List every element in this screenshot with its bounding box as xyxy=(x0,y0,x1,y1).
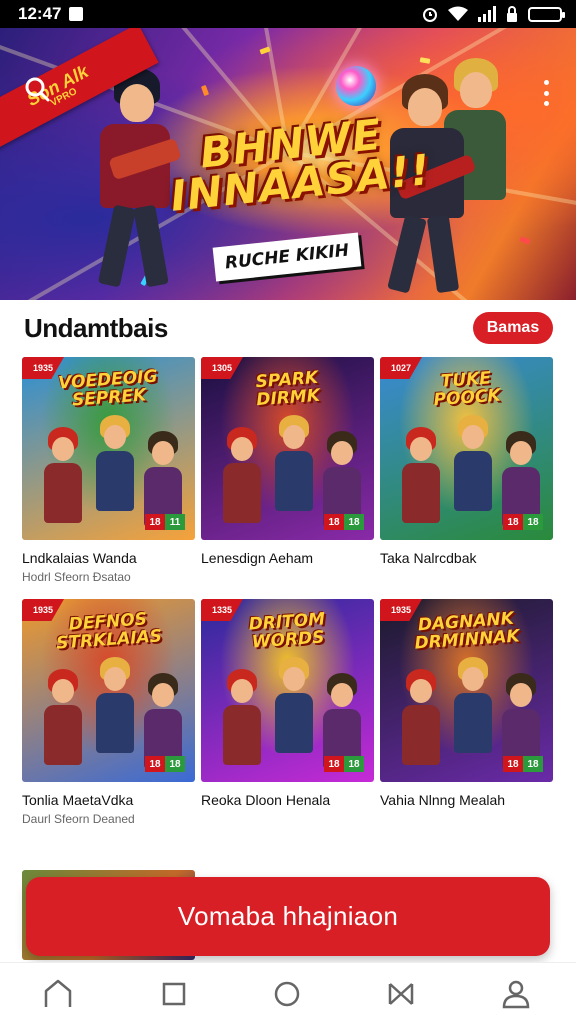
age-rating-badge: 18 18 xyxy=(324,756,364,772)
game-character xyxy=(450,657,496,767)
game-card[interactable]: 1935 VOEDEOIG SEPREK 18 11 Lndkalaias Wanda H… xyxy=(22,357,195,584)
game-card-art[interactable]: 1027 TUKE POOCK 18 18 xyxy=(380,357,553,540)
rating-left: 18 xyxy=(503,514,523,530)
game-character xyxy=(92,657,138,767)
rating-right: 11 xyxy=(165,514,185,530)
game-character xyxy=(219,427,265,537)
profile-icon[interactable] xyxy=(501,979,531,1009)
notification-icon xyxy=(69,7,84,21)
section-chip-button[interactable]: Bamas xyxy=(473,312,553,344)
game-title[interactable]: Lndkalaias Wanda xyxy=(22,550,195,566)
age-rating-badge: 18 18 xyxy=(324,514,364,530)
rating-left: 18 xyxy=(324,756,344,772)
game-character xyxy=(398,669,444,779)
game-card[interactable]: 1935 DAGNANK DRMINNAK 18 18 Vahia Nlnng Meal… xyxy=(380,599,553,808)
section-title: Undamtbais xyxy=(24,313,168,343)
game-title[interactable]: Lenesdign Aeham xyxy=(201,550,374,566)
game-title[interactable]: Tonlia MaetaVdka xyxy=(22,792,195,808)
rating-right: 18 xyxy=(344,756,364,772)
game-title[interactable]: Reoka Dloon Henala xyxy=(201,792,374,808)
game-card[interactable]: 1935 DEFNOS STRKLAIAS 18 18 Tonlia MaetaVdka… xyxy=(22,599,195,826)
primary-cta-button[interactable]: Vomaba hhajniaon xyxy=(26,877,550,956)
game-character xyxy=(398,427,444,537)
rating-right: 18 xyxy=(165,756,185,772)
bottom-nav xyxy=(0,962,576,1024)
game-meta: Hodrl Sfeorn Ðsatao xyxy=(22,570,131,584)
hero-subtitle: RUCHE KIKIH xyxy=(212,232,362,282)
age-rating-badge: 18 11 xyxy=(145,514,185,530)
signal-icon xyxy=(478,6,496,22)
hero-banner[interactable]: Son Alk VPRO BHNWE INNAASA!! RUCHE KIKIH xyxy=(0,28,576,300)
game-character xyxy=(219,669,265,779)
game-character xyxy=(92,415,138,525)
search-icon[interactable] xyxy=(24,76,50,102)
rating-left: 18 xyxy=(503,756,523,772)
magic-orb xyxy=(336,66,376,106)
rating-left: 18 xyxy=(145,756,165,772)
game-character xyxy=(271,415,317,525)
battery-icon xyxy=(528,6,565,22)
rating-right: 18 xyxy=(523,514,543,530)
confetti xyxy=(200,84,210,97)
status-time: 12:47 xyxy=(18,4,62,23)
game-card[interactable]: 1335 DRITOM WORDS 18 18 Reoka Dloon Henala xyxy=(201,599,374,808)
status-bar: 12:47 xyxy=(0,0,576,28)
wifi-icon xyxy=(448,6,468,21)
square-icon[interactable] xyxy=(159,979,189,1009)
age-rating-badge: 18 18 xyxy=(503,756,543,772)
circle-icon[interactable] xyxy=(272,979,302,1009)
game-card-art[interactable]: 1935 DAGNANK DRMINNAK 18 18 xyxy=(380,599,553,782)
game-meta: Daurl Sfeorn Deaned xyxy=(22,812,135,826)
app-screen: 12:47 Son Alk VPRO BHNWE INNAASA!! RUCHE… xyxy=(0,0,576,1024)
rating-left: 18 xyxy=(145,514,165,530)
game-title[interactable]: Taka Nalrcdbak xyxy=(380,550,553,566)
alarm-icon xyxy=(423,8,437,22)
game-card[interactable]: 1027 TUKE POOCK 18 18 Taka Nalrcdbak xyxy=(380,357,553,566)
rating-left: 18 xyxy=(324,514,344,530)
rating-right: 18 xyxy=(523,756,543,772)
game-card-art[interactable]: 1335 DRITOM WORDS 18 18 xyxy=(201,599,374,782)
confetti xyxy=(519,236,531,245)
game-card-art[interactable]: 1935 VOEDEOIG SEPREK 18 11 xyxy=(22,357,195,540)
bowtie-icon[interactable] xyxy=(386,979,416,1009)
age-rating-badge: 18 18 xyxy=(145,756,185,772)
rating-right: 18 xyxy=(344,514,364,530)
game-character xyxy=(271,657,317,767)
age-rating-badge: 18 18 xyxy=(503,514,543,530)
lock-icon xyxy=(507,6,517,22)
game-character xyxy=(40,669,86,779)
game-card[interactable]: 1305 SPARK DIRMK 18 18 Lenesdign Aeham xyxy=(201,357,374,566)
game-card-art[interactable]: 1935 DEFNOS STRKLAIAS 18 18 xyxy=(22,599,195,782)
home-icon[interactable] xyxy=(43,979,73,1009)
game-title[interactable]: Vahia Nlnng Mealah xyxy=(380,792,553,808)
more-vert-icon[interactable] xyxy=(540,80,552,106)
game-character xyxy=(40,427,86,537)
game-character xyxy=(450,415,496,525)
game-card-art[interactable]: 1305 SPARK DIRMK 18 18 xyxy=(201,357,374,540)
confetti xyxy=(419,57,431,64)
